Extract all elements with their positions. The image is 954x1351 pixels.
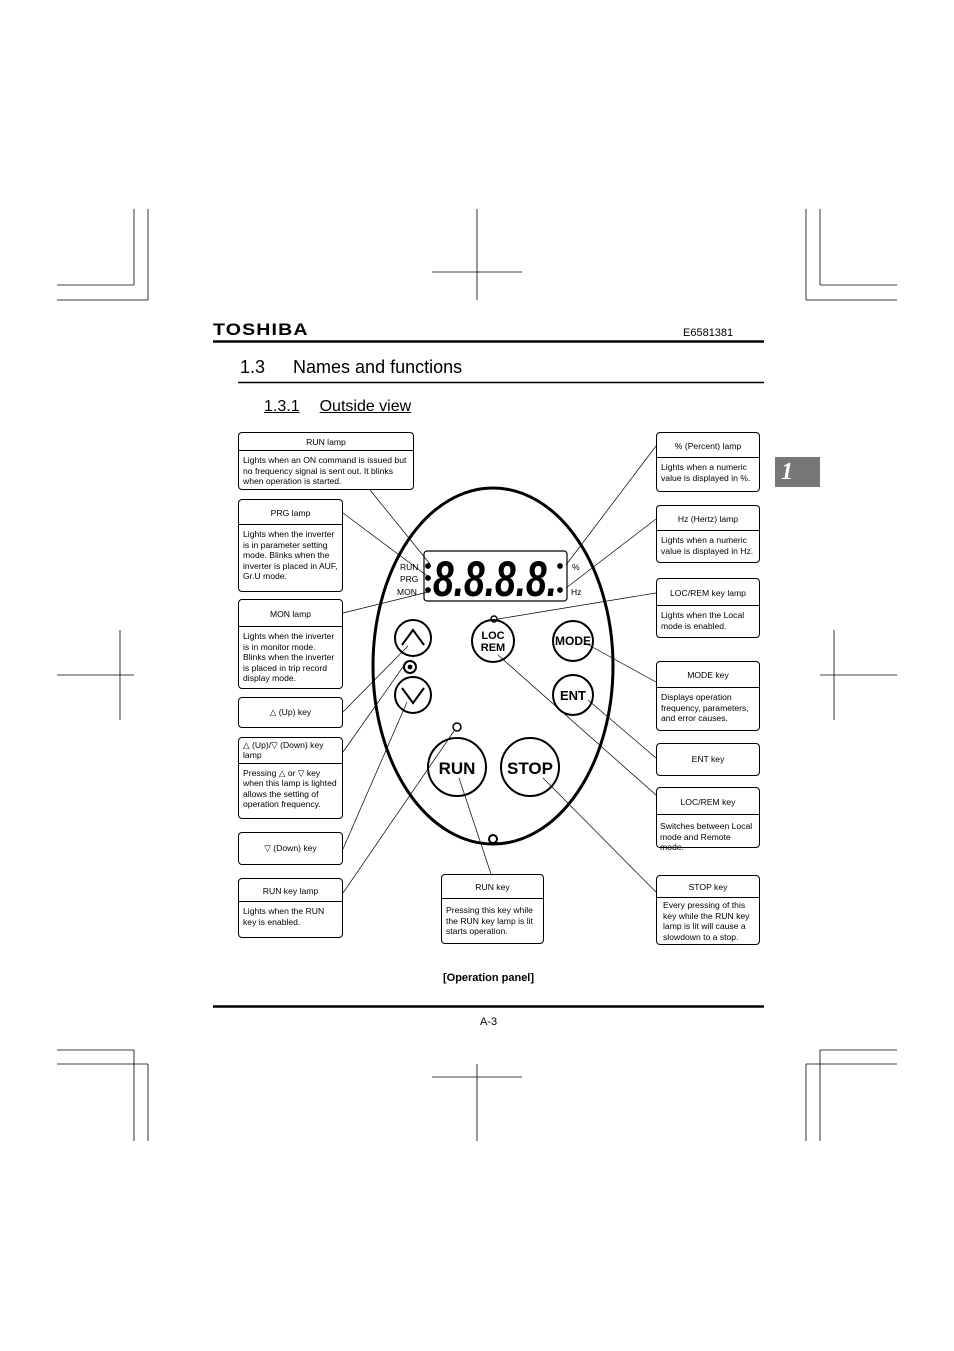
crop-marks bbox=[57, 209, 897, 1141]
run-key-label[interactable]: RUN bbox=[439, 759, 476, 778]
callout-title: MODE key bbox=[657, 662, 759, 689]
rem-key-label[interactable]: REM bbox=[481, 642, 505, 654]
callout-updown-lamp: △ (Up)/▽ (Down) key lamp Pressing △ or ▽ … bbox=[238, 737, 343, 819]
callout-up-key: △ (Up) key bbox=[238, 697, 343, 728]
section-heading: 1.3 Names and functions bbox=[240, 357, 490, 378]
document-number: E6581381 bbox=[683, 327, 734, 339]
callout-title: % (Percent) lamp bbox=[657, 433, 759, 459]
callout-desc: Pressing △ or ▽ key when this lamp is li… bbox=[243, 767, 337, 810]
callout-title: STOP key bbox=[657, 876, 759, 899]
callout-desc: Pressing this key while the RUN key lamp… bbox=[446, 905, 533, 937]
callout-locrem-key: LOC/REM key Switches between Local mode a… bbox=[656, 787, 760, 852]
callout-desc: Lights when the inverter is in monitor m… bbox=[243, 631, 335, 684]
callout-desc: Lights when an ON command is issued but … bbox=[243, 455, 407, 487]
callout-mon-lamp: MON lamp Lights when the inverter is in m… bbox=[238, 599, 343, 689]
ent-key-label[interactable]: ENT bbox=[560, 688, 586, 703]
callout-desc: Lights when a numeric value is displayed… bbox=[661, 535, 754, 556]
callout-down-key: ▽ (Down) key bbox=[238, 832, 343, 865]
stop-key-label[interactable]: STOP bbox=[507, 759, 553, 778]
loc-key-label[interactable]: LOC bbox=[481, 630, 504, 642]
callout-title: RUN key lamp bbox=[239, 879, 342, 903]
subsection-title: Outside view bbox=[319, 398, 412, 415]
run-lamp-label: RUN bbox=[400, 562, 418, 572]
callout-desc: Lights when a numeric value is displayed… bbox=[661, 462, 751, 483]
callout-title: ▽ (Down) key bbox=[264, 843, 317, 854]
callout-stop-key: STOP key Every pressing of this key while… bbox=[656, 875, 760, 945]
leader-lines bbox=[342, 445, 657, 894]
callout-title: Hz (Hertz) lamp bbox=[657, 506, 759, 532]
callout-desc: Every pressing of this key while the RUN… bbox=[663, 900, 750, 942]
section-number: 1.3 bbox=[240, 357, 266, 377]
callout-run-key-lamp: RUN key lamp Lights when the RUN key is e… bbox=[238, 878, 343, 938]
subsection-heading: 1.3.1 Outside view bbox=[264, 398, 431, 416]
callout-title: LOC/REM key lamp bbox=[657, 579, 759, 607]
callout-hz-lamp: Hz (Hertz) lamp Lights when a numeric val… bbox=[656, 505, 760, 563]
figure-caption: [Operation panel] bbox=[442, 972, 535, 984]
callout-title: PRG lamp bbox=[239, 500, 342, 526]
callout-title: △ (Up) key bbox=[269, 707, 312, 718]
callout-prg-lamp: PRG lamp Lights when the inverter is in p… bbox=[238, 499, 343, 592]
callout-run-key: RUN key Pressing this key while the RUN k… bbox=[441, 874, 544, 944]
callout-desc: Lights when the Local mode is enabled. bbox=[661, 610, 745, 631]
chapter-tab: 1 bbox=[775, 457, 820, 487]
callout-locrem-lamp: LOC/REM key lamp Lights when the Local mo… bbox=[656, 578, 760, 638]
callout-mode-key: MODE key Displays operation frequency, pa… bbox=[656, 661, 760, 731]
prg-lamp-label: PRG bbox=[400, 574, 418, 584]
hz-lamp-label: Hz bbox=[571, 587, 581, 597]
callout-percent-lamp: % (Percent) lamp Lights when a numeric va… bbox=[656, 432, 760, 492]
callout-title: MON lamp bbox=[239, 600, 342, 628]
callout-title: RUN lamp bbox=[239, 433, 413, 452]
page-number: A-3 bbox=[480, 1016, 498, 1028]
crop-marks-and-rules: 8.8.8.8. RUN PRG MON % Hz LOC REM MODE E… bbox=[57, 209, 897, 1141]
callout-title: △ (Up)/▽ (Down) key lamp bbox=[239, 738, 342, 764]
callout-run-lamp: RUN lamp Lights when an ON command is iss… bbox=[238, 432, 414, 490]
callout-title: ENT key bbox=[691, 754, 725, 765]
subsection-number: 1.3.1 bbox=[264, 398, 300, 415]
callout-desc: Lights when the RUN key is enabled. bbox=[243, 906, 325, 927]
toshiba-logo: TOSHIBA bbox=[213, 320, 309, 339]
callout-desc: Displays operation frequency, parameters… bbox=[661, 692, 749, 724]
percent-lamp-label: % bbox=[572, 562, 580, 572]
mon-lamp-label: MON bbox=[397, 587, 417, 597]
section-title: Names and functions bbox=[293, 357, 463, 377]
callout-title: RUN key bbox=[442, 875, 543, 900]
manual-page: 8.8.8.8. RUN PRG MON % Hz LOC REM MODE E… bbox=[0, 0, 954, 1351]
callout-desc: Lights when the inverter is in parameter… bbox=[243, 529, 338, 582]
callout-ent-key: ENT key bbox=[656, 743, 760, 776]
operation-panel bbox=[371, 486, 615, 846]
callout-title: LOC/REM key bbox=[657, 788, 759, 816]
display-digits: 8.8.8.8. bbox=[433, 551, 557, 607]
callout-desc: Switches between Local mode and Remote m… bbox=[660, 821, 753, 853]
mode-key-label[interactable]: MODE bbox=[555, 634, 591, 648]
